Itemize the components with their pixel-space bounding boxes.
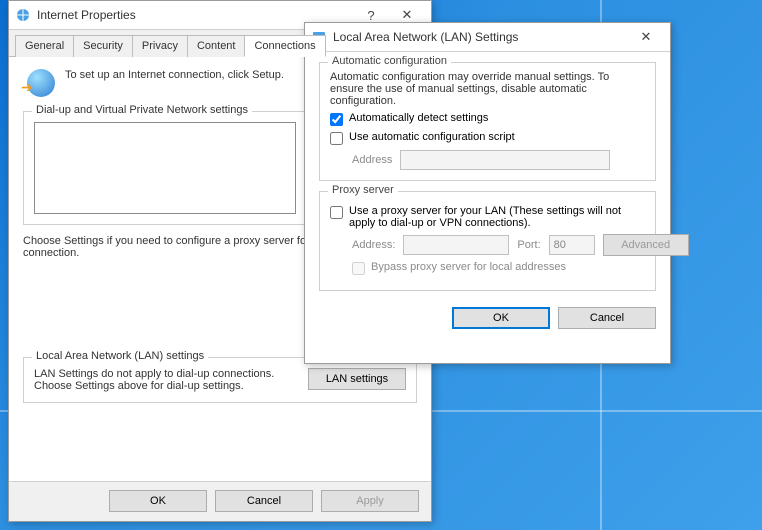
tab-connections[interactable]: Connections [244, 35, 325, 57]
title-text: Internet Properties [37, 8, 136, 22]
tab-security[interactable]: Security [73, 35, 133, 57]
chk-bypass: Bypass proxy server for local addresses [352, 261, 645, 275]
auto-config-group: Automatic configuration Automatic config… [319, 62, 656, 181]
proxy-port-input [549, 235, 595, 255]
lan-settings-button[interactable]: LAN settings [308, 368, 406, 390]
lan-legend: Local Area Network (LAN) settings [32, 350, 208, 362]
tab-general[interactable]: General [15, 35, 74, 57]
title-text: Local Area Network (LAN) Settings [333, 30, 518, 44]
cancel-button[interactable]: Cancel [215, 490, 313, 512]
chk-autoscript[interactable]: Use automatic configuration script [330, 131, 645, 145]
chk-proxy-input[interactable] [330, 206, 343, 219]
lan-body: Automatic configuration Automatic config… [305, 52, 670, 339]
tab-content[interactable]: Content [187, 35, 246, 57]
setup-hint: To set up an Internet connection, click … [65, 69, 284, 81]
lan-settings-dialog: Local Area Network (LAN) Settings ✕ Auto… [304, 22, 671, 364]
apply-button: Apply [321, 490, 419, 512]
dialup-legend: Dial-up and Virtual Private Network sett… [32, 104, 252, 116]
proxy-address-label: Address: [352, 239, 395, 251]
script-address-input [400, 150, 610, 170]
chk-autoscript-input[interactable] [330, 132, 343, 145]
dialup-listbox[interactable] [34, 122, 296, 214]
proxy-legend: Proxy server [328, 184, 398, 196]
chk-autodetect-input[interactable] [330, 113, 343, 126]
dialog-buttons: OK Cancel Apply [9, 481, 431, 520]
chk-proxy-label: Use a proxy server for your LAN (These s… [349, 205, 645, 229]
cancel-button[interactable]: Cancel [558, 307, 656, 329]
advanced-button: Advanced [603, 234, 689, 256]
close-button[interactable]: ✕ [628, 26, 664, 48]
tab-privacy[interactable]: Privacy [132, 35, 188, 57]
choose-settings-text: Choose Settings if you need to configure… [23, 235, 323, 259]
ok-button[interactable]: OK [109, 490, 207, 512]
chk-bypass-input [352, 262, 365, 275]
chk-autoscript-label: Use automatic configuration script [349, 131, 515, 143]
chk-proxy[interactable]: Use a proxy server for your LAN (These s… [330, 205, 645, 229]
ok-button[interactable]: OK [452, 307, 550, 329]
proxy-address-input [403, 235, 509, 255]
proxy-group: Proxy server Use a proxy server for your… [319, 191, 656, 291]
globe-icon: ➔ [23, 69, 55, 101]
chk-bypass-label: Bypass proxy server for local addresses [371, 261, 566, 273]
address-label: Address [352, 154, 392, 166]
titlebar[interactable]: Local Area Network (LAN) Settings ✕ [305, 23, 670, 52]
proxy-port-label: Port: [517, 239, 540, 251]
internet-options-icon [15, 7, 31, 23]
chk-autodetect-label: Automatically detect settings [349, 112, 488, 124]
chk-autodetect[interactable]: Automatically detect settings [330, 112, 645, 126]
auto-config-hint: Automatic configuration may override man… [330, 71, 645, 107]
auto-config-legend: Automatic configuration [328, 55, 451, 67]
lan-hint: LAN Settings do not apply to dial-up con… [34, 368, 298, 392]
